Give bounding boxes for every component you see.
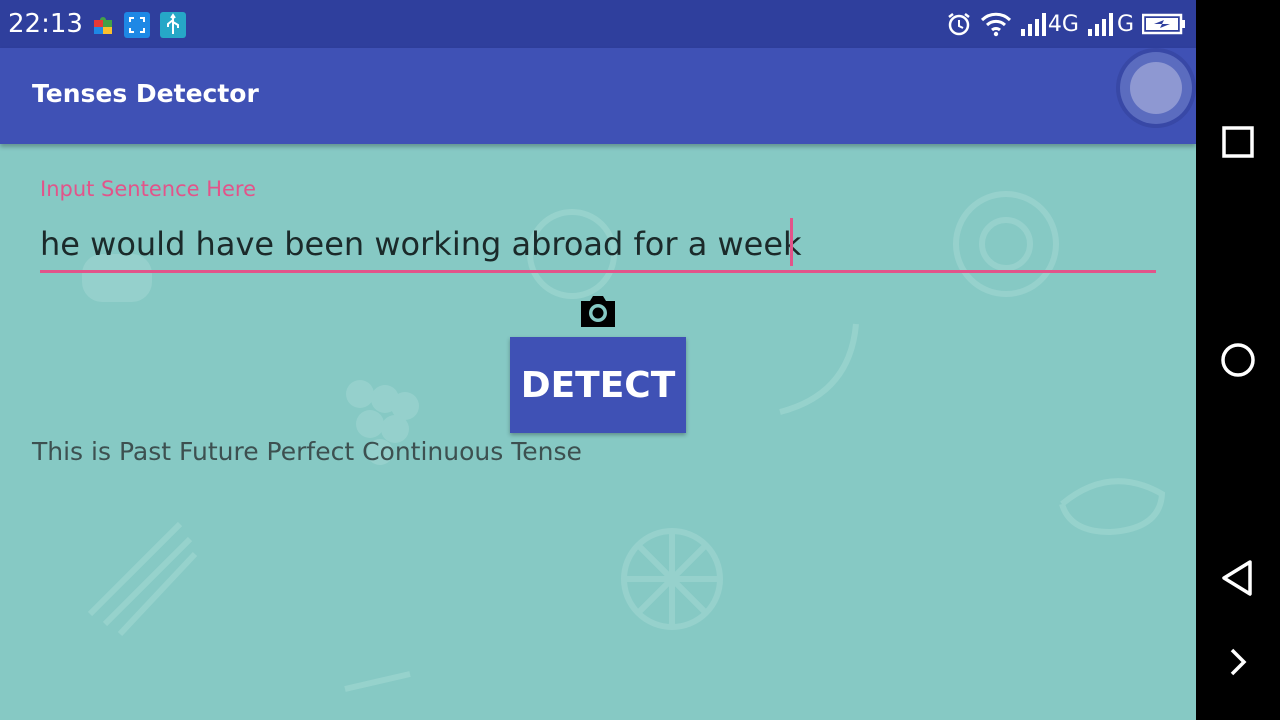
screenshot-icon	[124, 12, 150, 38]
back-icon[interactable]	[1218, 558, 1258, 598]
usb-icon	[160, 12, 186, 38]
app-bar: Tenses Detector	[0, 48, 1196, 144]
camera-icon[interactable]	[578, 293, 618, 329]
status-indicators: 4G G	[946, 9, 1186, 39]
wifi-icon	[980, 12, 1011, 37]
app-title: Tenses Detector	[32, 79, 259, 108]
battery-charging-icon	[1142, 13, 1185, 35]
navigation-bar	[1196, 0, 1280, 720]
signal-icon	[1087, 13, 1113, 36]
alarm-icon	[948, 13, 970, 36]
detect-button[interactable]: DETECT	[510, 337, 686, 433]
network-type-4g: 4G	[1047, 11, 1079, 37]
signal-icon	[1020, 13, 1046, 36]
home-icon[interactable]	[1218, 340, 1258, 380]
result-text: This is Past Future Perfect Continuous T…	[32, 437, 582, 466]
app-screen: 22:13 4G G Tenses Detector Input Sentenc…	[0, 0, 1196, 720]
status-time: 22:13	[8, 9, 83, 39]
text-cursor	[790, 218, 793, 266]
network-type-g: G	[1116, 11, 1134, 37]
input-label: Input Sentence Here	[40, 177, 257, 201]
status-bar: 22:13 4G G	[0, 0, 1196, 48]
recents-icon[interactable]	[1218, 122, 1258, 162]
sentence-input[interactable]	[40, 219, 1156, 269]
chevron-right-icon[interactable]	[1218, 642, 1258, 682]
input-underline	[40, 270, 1156, 273]
puzzle-icon	[94, 17, 112, 34]
floating-overlay-button[interactable]	[1120, 52, 1192, 124]
